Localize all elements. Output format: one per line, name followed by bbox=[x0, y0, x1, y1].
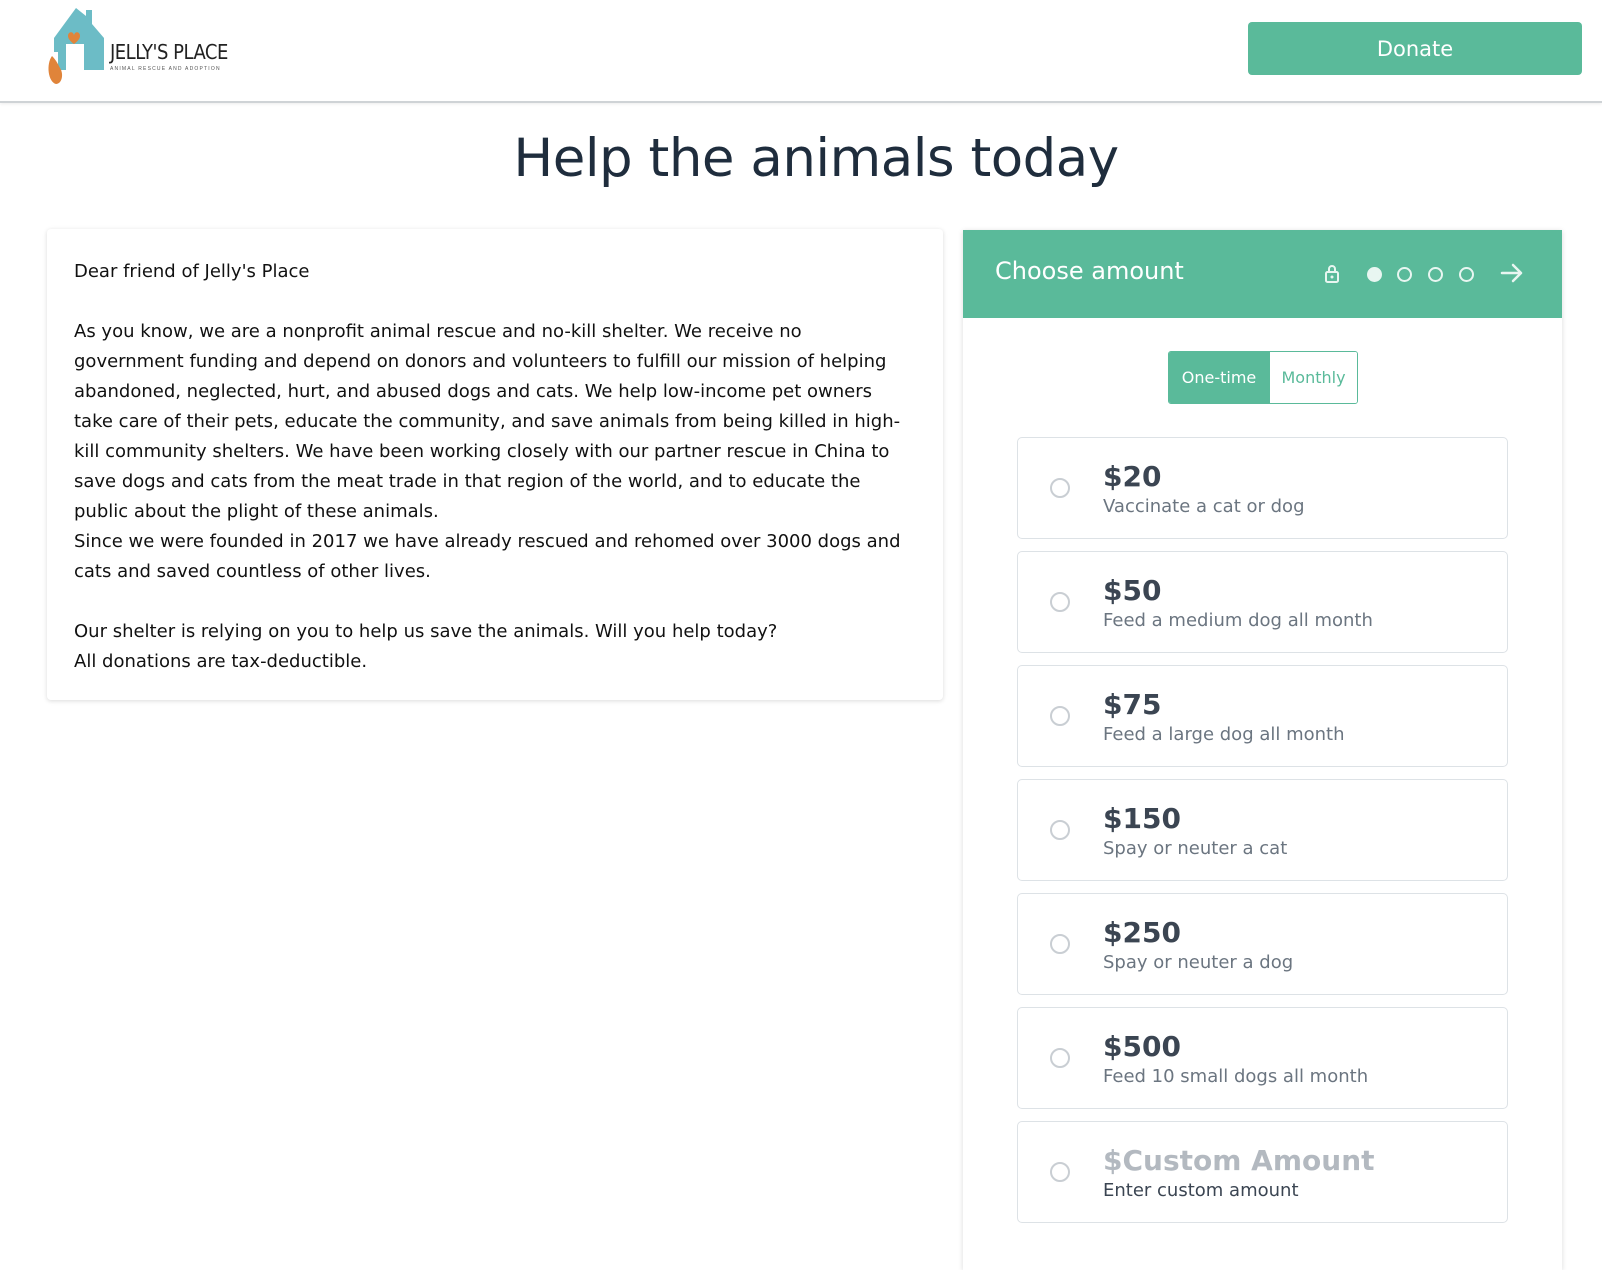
radio-button[interactable] bbox=[1050, 1048, 1070, 1068]
amount-option-custom[interactable]: $Custom Amount Enter custom amount bbox=[1017, 1121, 1508, 1223]
amount-value: $150 bbox=[1103, 802, 1181, 835]
panel-header: Choose amount bbox=[963, 230, 1562, 318]
panel-title: Choose amount bbox=[995, 257, 1184, 285]
letter-paragraph: Our shelter is relying on you to help us… bbox=[74, 621, 778, 642]
one-time-button[interactable]: One-time bbox=[1169, 352, 1269, 403]
lock-icon bbox=[1325, 265, 1339, 283]
amount-description: Feed a large dog all month bbox=[1103, 724, 1345, 745]
radio-button[interactable] bbox=[1050, 820, 1070, 840]
amount-value: $50 bbox=[1103, 574, 1162, 607]
amount-option-50[interactable]: $50 Feed a medium dog all month bbox=[1017, 551, 1508, 653]
amount-option-250[interactable]: $250 Spay or neuter a dog bbox=[1017, 893, 1508, 995]
letter-paragraph: Since we were founded in 2017 we have al… bbox=[74, 531, 901, 582]
step-dot bbox=[1459, 267, 1474, 282]
step-dot-active bbox=[1367, 267, 1382, 282]
appeal-letter: Dear friend of Jelly's Place As you know… bbox=[47, 229, 943, 700]
amount-description: Vaccinate a cat or dog bbox=[1103, 496, 1305, 517]
step-dot bbox=[1428, 267, 1443, 282]
jellys-place-logo[interactable]: JELLY'S PLACE animal rescue and adoption bbox=[46, 8, 228, 88]
letter-paragraph: All donations are tax-deductible. bbox=[74, 651, 368, 672]
amount-description: Enter custom amount bbox=[1103, 1180, 1299, 1201]
amount-description: Spay or neuter a dog bbox=[1103, 952, 1294, 973]
frequency-toggle: One-time Monthly bbox=[1168, 351, 1358, 404]
step-dot bbox=[1397, 267, 1412, 282]
amount-option-150[interactable]: $150 Spay or neuter a cat bbox=[1017, 779, 1508, 881]
amount-description: Spay or neuter a cat bbox=[1103, 838, 1288, 859]
donation-panel: Choose amount One-time Monthly $20 Vacci… bbox=[963, 230, 1562, 1270]
amount-value: $250 bbox=[1103, 916, 1181, 949]
site-header: JELLY'S PLACE animal rescue and adoption… bbox=[0, 0, 1602, 103]
monthly-button[interactable]: Monthly bbox=[1269, 352, 1357, 403]
arrow-right-icon[interactable] bbox=[1499, 260, 1525, 286]
logo-text: JELLY'S PLACE bbox=[110, 40, 228, 64]
amount-value: $500 bbox=[1103, 1030, 1181, 1063]
radio-button[interactable] bbox=[1050, 706, 1070, 726]
amount-option-75[interactable]: $75 Feed a large dog all month bbox=[1017, 665, 1508, 767]
amount-description: Feed 10 small dogs all month bbox=[1103, 1066, 1369, 1087]
radio-button[interactable] bbox=[1050, 592, 1070, 612]
donate-button[interactable]: Donate bbox=[1248, 22, 1582, 75]
letter-greeting: Dear friend of Jelly's Place bbox=[74, 261, 310, 282]
amount-value: $20 bbox=[1103, 460, 1162, 493]
amount-description: Feed a medium dog all month bbox=[1103, 610, 1373, 631]
letter-paragraph: As you know, we are a nonprofit animal r… bbox=[74, 321, 901, 522]
amount-option-500[interactable]: $500 Feed 10 small dogs all month bbox=[1017, 1007, 1508, 1109]
logo-subtext: animal rescue and adoption bbox=[110, 66, 221, 72]
house-cat-logo-icon bbox=[48, 8, 104, 84]
custom-amount-input[interactable]: $Custom Amount bbox=[1103, 1144, 1375, 1177]
amount-option-20[interactable]: $20 Vaccinate a cat or dog bbox=[1017, 437, 1508, 539]
radio-button[interactable] bbox=[1050, 1162, 1070, 1182]
radio-button[interactable] bbox=[1050, 934, 1070, 954]
page-title: Help the animals today bbox=[513, 128, 1119, 189]
amount-value: $75 bbox=[1103, 688, 1162, 721]
radio-button[interactable] bbox=[1050, 478, 1070, 498]
